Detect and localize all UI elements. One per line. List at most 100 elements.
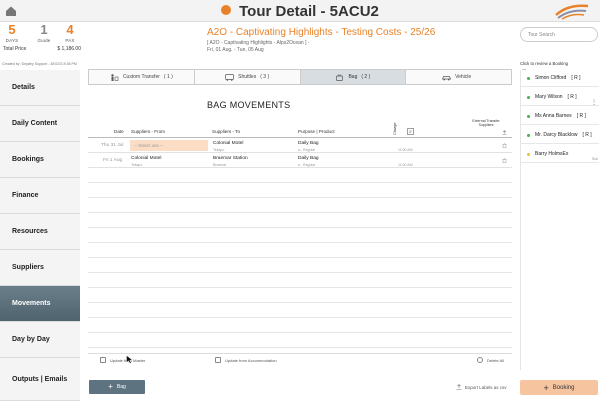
empty-row: [88, 228, 512, 243]
pax-value: 4: [66, 22, 74, 37]
booking-tag: [ R ]: [571, 75, 581, 81]
booking-item[interactable]: Barry HolmsEx: [521, 146, 599, 163]
add-bag-button[interactable]: + Bag: [89, 380, 145, 394]
table-row[interactable]: Thu 31 Jul -- Select one -- Colonial Mot…: [88, 138, 512, 153]
person-luggage-icon: [111, 73, 119, 81]
status-dot-icon: [527, 114, 530, 118]
tab-shuttles[interactable]: Shuttles( 3 ): [195, 70, 301, 84]
booking-name: Ms Anna Barnes: [535, 113, 572, 119]
tab-bag[interactable]: Bag( 2 ): [300, 70, 407, 84]
kebab-menu-icon[interactable]: ⋮: [591, 100, 597, 106]
empty-row: [88, 213, 512, 228]
row-purpose-sub: a - Regular: [298, 163, 316, 167]
booking-item[interactable]: Simon Clifford [ R ]: [521, 70, 599, 87]
tour-subtitle: [ A2O - Captivating Highlights - Alps2Oc…: [207, 40, 310, 46]
sidebar-item-daily-content[interactable]: Daily Content: [0, 106, 80, 142]
tab-label: Shuttles: [238, 74, 257, 80]
guide-label: Guide: [37, 38, 51, 43]
sidebar-item-label: Details: [12, 84, 35, 91]
empty-row: [88, 198, 512, 213]
days-value: 5: [8, 22, 16, 37]
sidebar-item-label: Resources: [12, 228, 48, 235]
booking-panel-header: Click to review a Booking: [520, 61, 569, 66]
booking-item[interactable]: Mr. Darcy Blacklow [ R ]: [521, 127, 599, 144]
update-icon: [215, 357, 221, 363]
bus-icon: [225, 73, 234, 81]
label-print-icon[interactable]: [407, 128, 414, 135]
sidebar-item-outputs-emails[interactable]: Outputs | Emails: [0, 358, 80, 401]
col-suppliers-from: Suppliers - From: [131, 129, 165, 134]
delete-row-icon[interactable]: [502, 143, 507, 148]
top-bar: Tour Detail - 5ACU2: [0, 0, 600, 22]
tab-count: ( 1 ): [163, 74, 173, 80]
update-from-accommodation-label: Update from Accommodation: [225, 357, 277, 363]
table-header: Date Suppliers - From Suppliers - To Pur…: [88, 118, 512, 138]
table-actions: Update from Master Update from Accommoda…: [88, 353, 512, 365]
status-dot-icon: [527, 95, 530, 99]
update-from-accommodation-button[interactable]: Update from Accommodation: [215, 357, 277, 363]
col-external-transfer-suppliers: External Transfer Suppliers: [472, 119, 500, 127]
bag-movements-table: Date Suppliers - From Suppliers - To Pur…: [88, 118, 512, 353]
pax-stat: 4 PAX: [58, 22, 82, 43]
col-purpose-product: Purpose | Product: [298, 129, 335, 134]
booking-item[interactable]: Mary Wilson [ R ]: [521, 89, 599, 106]
add-booking-label: Booking: [552, 384, 575, 391]
booking-name: Mr. Darcy Blacklow: [535, 132, 578, 138]
sidebar-item-suppliers[interactable]: Suppliers: [0, 250, 80, 286]
bag-icon: [336, 74, 344, 81]
sidebar-item-resources[interactable]: Resources: [0, 214, 80, 250]
delete-row-icon[interactable]: [502, 158, 507, 163]
row-supplier-to: Colonial Motel: [213, 141, 244, 146]
table-row[interactable]: Fri 1 Aug Colonial Motel Tekapo Braemar …: [88, 153, 512, 168]
tour-dates: Fri, 01 Aug. - Tue, 05 Aug: [207, 47, 264, 53]
sidebar-item-bookings[interactable]: Bookings: [0, 142, 80, 178]
tab-label: Bag: [348, 74, 358, 80]
booking-tag: [ R ]: [576, 113, 586, 119]
days-label: DAYS: [5, 38, 19, 43]
delete-all-button[interactable]: Delete All: [477, 357, 504, 363]
total-price-label: Total Price: [3, 46, 27, 52]
tab-custom-transfer[interactable]: Custom Transfer( 1 ): [89, 70, 195, 84]
sidebar-item-label: Finance: [12, 192, 39, 199]
row-purpose: Daily Bag: [298, 156, 319, 161]
total-price-row: Total Price $ 1,186.00: [3, 46, 81, 52]
tour-search-input[interactable]: Tour Search: [520, 27, 598, 42]
sidebar-item-label: Suppliers: [12, 264, 44, 271]
pax-label: PAX: [65, 38, 75, 43]
delete-icon: [477, 357, 483, 363]
tour-stats: 5 DAYS 1 Guide 4 PAX: [0, 22, 88, 62]
car-icon: [442, 75, 452, 80]
total-price-value: $ 1,186.00: [57, 46, 81, 52]
row-supplier-from-sub: Tekapo: [131, 163, 143, 167]
sidebar-item-day-by-day[interactable]: Day by Day: [0, 322, 80, 358]
update-icon: [100, 357, 106, 363]
row-purpose: Daily Bag: [298, 141, 319, 146]
row-supplier-to-sub: Braemar: [213, 163, 227, 167]
export-labels-button[interactable]: Export Labels as csv: [456, 384, 507, 390]
supplier-from-select[interactable]: -- Select one --: [130, 140, 208, 151]
tour-header: A2O - Captivating Highlights - Testing C…: [207, 27, 435, 53]
empty-row: [88, 168, 512, 183]
sidebar-item-finance[interactable]: Finance: [0, 178, 80, 214]
add-booking-button[interactable]: + Booking: [520, 380, 598, 395]
row-date: Thu 31 Jul: [101, 143, 124, 148]
booking-item[interactable]: Ms Anna Barnes [ R ]: [521, 108, 599, 125]
page-title: Tour Detail - 5ACU2: [239, 3, 379, 20]
upload-icon[interactable]: [502, 130, 507, 135]
sidebar-item-movements[interactable]: Movements: [0, 286, 80, 322]
tour-name: A2O - Captivating Highlights - Testing C…: [207, 27, 436, 38]
row-supplier-from: Colonial Motel: [131, 156, 162, 161]
tab-vehicle[interactable]: Vehicle: [406, 70, 511, 84]
col-charge: Charge: [393, 122, 397, 135]
empty-row: [88, 258, 512, 273]
plus-icon: +: [543, 382, 549, 393]
guide-stat: 1 Guide: [32, 22, 56, 43]
tab-count: ( 3 ): [260, 74, 270, 80]
booking-tag: [ R ]: [582, 132, 592, 138]
sidebar-item-label: Movements: [12, 300, 51, 307]
booking-name: Simon Clifford: [535, 75, 567, 81]
sidebar-item-details[interactable]: Details: [0, 70, 80, 106]
export-labels-label: Export Labels as csv: [465, 384, 507, 390]
update-from-master-button[interactable]: Update from Master: [100, 357, 145, 363]
company-logo-icon: [555, 4, 589, 20]
